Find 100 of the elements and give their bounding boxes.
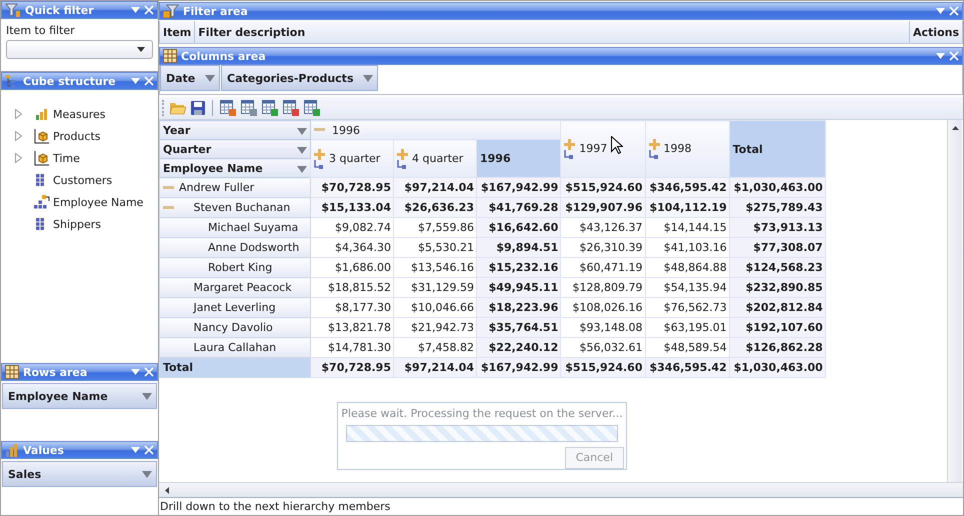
table-cell: $8,177.30 bbox=[310, 298, 394, 318]
dropdown-icon bbox=[936, 8, 945, 14]
row-header: Total bbox=[160, 358, 310, 378]
export-button[interactable] bbox=[261, 99, 279, 117]
funnel-icon bbox=[163, 4, 179, 18]
tree-item[interactable]: Time bbox=[15, 147, 158, 169]
table-cell: $18,815.52 bbox=[310, 278, 394, 298]
grid-icon bbox=[5, 365, 19, 379]
dropdown-icon bbox=[297, 146, 307, 154]
table-cell: $13,821.78 bbox=[310, 318, 394, 338]
field-header[interactable]: Quarter bbox=[160, 140, 310, 158]
table-cell: $167,942.99 bbox=[476, 178, 561, 198]
table-cell: $97,214.04 bbox=[394, 358, 476, 378]
field-header[interactable]: Year bbox=[160, 120, 310, 140]
close-icon bbox=[949, 6, 959, 16]
hierarchy-icon bbox=[648, 150, 658, 159]
spreadsheet-icon bbox=[262, 100, 278, 116]
row-header: Janet Leverling bbox=[160, 298, 310, 318]
dropdown-icon bbox=[131, 78, 140, 84]
table-cell: $76,562.73 bbox=[645, 298, 730, 318]
column-header[interactable]: 1997 bbox=[560, 120, 645, 178]
panel-title: Values bbox=[23, 444, 64, 456]
row-header: Michael Suyama bbox=[160, 218, 310, 238]
export-button[interactable] bbox=[282, 99, 300, 117]
field-button[interactable]: Employee Name bbox=[2, 383, 157, 409]
tree-item[interactable]: Employee Name bbox=[15, 191, 158, 213]
folder-icon bbox=[170, 101, 186, 115]
table-cell: $192,107.60 bbox=[729, 318, 826, 338]
scroll-left-icon bbox=[165, 486, 169, 494]
table-cell: $15,133.04 bbox=[310, 198, 394, 218]
status-text: Drill down to the next hierarchy members bbox=[159, 499, 392, 515]
column-header[interactable]: 3 quarter bbox=[310, 140, 394, 178]
table-cell: $129,907.96 bbox=[560, 198, 645, 218]
table-cell: $93,148.08 bbox=[560, 318, 645, 338]
tree-item[interactable]: Shippers bbox=[15, 213, 158, 235]
field-button[interactable]: Date bbox=[160, 65, 220, 91]
table-cell: $202,812.84 bbox=[729, 298, 826, 318]
cube-icon bbox=[34, 128, 50, 144]
column-header: Item bbox=[160, 21, 196, 43]
panel-title: Rows area bbox=[23, 366, 88, 378]
field-button[interactable]: Categories-Products bbox=[221, 65, 378, 91]
table-cell: $13,546.16 bbox=[394, 258, 476, 278]
table-cell: $21,942.73 bbox=[394, 318, 476, 338]
table-cell: $41,769.28 bbox=[476, 198, 561, 218]
close-icon bbox=[144, 5, 154, 15]
hierarchy-icon bbox=[34, 195, 50, 209]
table-cell: $232,890.85 bbox=[729, 278, 826, 298]
dropdown-icon bbox=[131, 369, 140, 375]
column-header[interactable]: 1998 bbox=[645, 120, 730, 178]
table-cell: $515,924.60 bbox=[560, 358, 645, 378]
export-button[interactable] bbox=[240, 99, 258, 117]
column-header[interactable]: 1996 bbox=[310, 120, 561, 140]
row-header[interactable]: Andrew Fuller bbox=[160, 178, 310, 198]
table-cell: $14,144.15 bbox=[645, 218, 730, 238]
export-button[interactable] bbox=[303, 99, 321, 117]
table-cell: $126,862.28 bbox=[729, 338, 826, 358]
table-cell: $346,595.42 bbox=[645, 358, 730, 378]
horizontal-scrollbar[interactable] bbox=[159, 482, 963, 498]
table-cell: $26,636.23 bbox=[394, 198, 476, 218]
close-icon bbox=[144, 367, 154, 377]
table-cell: $63,195.01 bbox=[645, 318, 730, 338]
grid-icon bbox=[163, 49, 177, 63]
dropdown-icon bbox=[142, 392, 152, 400]
row-header: Margaret Peacock bbox=[160, 278, 310, 298]
table-cell: $16,642.60 bbox=[476, 218, 561, 238]
close-icon bbox=[144, 76, 154, 86]
dropdown-icon bbox=[142, 470, 152, 478]
table-cell: $77,308.07 bbox=[729, 238, 826, 258]
scroll-up-icon bbox=[952, 126, 958, 130]
table-cell: $49,945.11 bbox=[476, 278, 561, 298]
table-cell: $4,364.30 bbox=[310, 238, 394, 258]
field-button[interactable]: Sales bbox=[2, 461, 157, 487]
field-header[interactable]: Employee Name bbox=[160, 158, 310, 178]
dropdown-icon bbox=[131, 447, 140, 453]
table-cell: $9,894.51 bbox=[476, 238, 561, 258]
row-header[interactable]: Steven Buchanan bbox=[160, 198, 310, 218]
column-header[interactable]: 4 quarter bbox=[394, 140, 476, 178]
tree-item[interactable]: Customers bbox=[15, 169, 158, 191]
column-header: Actions bbox=[909, 21, 962, 43]
table-cell: $7,559.86 bbox=[394, 218, 476, 238]
tree-item[interactable]: Measures bbox=[15, 103, 158, 125]
export-button[interactable] bbox=[219, 99, 237, 117]
hierarchy-icon bbox=[564, 150, 574, 159]
panel-title: Columns area bbox=[181, 50, 266, 62]
hierarchy-icon bbox=[314, 160, 323, 168]
table-cell: $128,809.79 bbox=[560, 278, 645, 298]
vertical-scrollbar[interactable] bbox=[947, 120, 962, 482]
table-cell: $43,126.37 bbox=[560, 218, 645, 238]
hierarchy-icon bbox=[397, 160, 406, 168]
table-cell: $167,942.99 bbox=[476, 358, 561, 378]
table-cell: $60,471.19 bbox=[560, 258, 645, 278]
tree-item[interactable]: Products bbox=[15, 125, 158, 147]
table-cell: $1,030,463.00 bbox=[729, 178, 826, 198]
save-button[interactable] bbox=[190, 100, 206, 116]
table-cell: $108,026.16 bbox=[560, 298, 645, 318]
row-header: Anne Dodsworth bbox=[160, 238, 310, 258]
table-cell: $1,686.00 bbox=[310, 258, 394, 278]
mouse-pointer-icon bbox=[611, 136, 623, 154]
table-cell: $10,046.66 bbox=[394, 298, 476, 318]
table-cell: $35,764.51 bbox=[476, 318, 561, 338]
